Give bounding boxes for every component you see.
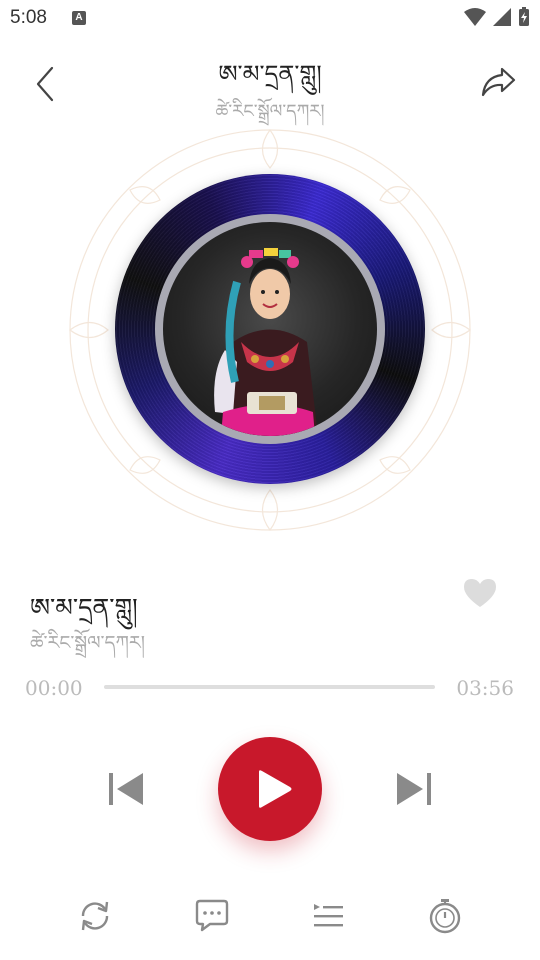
status-time: 5:08 xyxy=(10,7,47,28)
play-icon xyxy=(259,770,292,808)
seek-track[interactable] xyxy=(104,685,435,689)
skip-next-icon xyxy=(397,773,431,805)
share-icon xyxy=(481,67,516,97)
repeat-button[interactable] xyxy=(75,896,115,936)
skip-previous-icon xyxy=(109,773,143,805)
wifi-icon xyxy=(464,8,486,26)
notification-icon: A xyxy=(72,11,86,25)
bottom-toolbar xyxy=(0,890,540,944)
playlist-button[interactable] xyxy=(309,896,349,936)
share-button[interactable] xyxy=(478,64,518,100)
progress-bar: 00:00 03:56 xyxy=(0,670,540,706)
previous-button[interactable] xyxy=(106,769,146,809)
sleep-timer-button[interactable] xyxy=(425,896,465,936)
repeat-icon xyxy=(81,901,109,931)
heart-icon xyxy=(464,579,496,607)
current-time: 00:00 xyxy=(25,676,83,700)
next-button[interactable] xyxy=(394,769,434,809)
comment-icon xyxy=(195,899,229,932)
status-icons xyxy=(464,7,530,27)
total-time: 03:56 xyxy=(456,676,514,700)
battery-icon xyxy=(519,7,529,26)
album-cover-photo xyxy=(163,222,377,436)
like-button[interactable] xyxy=(462,577,498,609)
player-header: ཨ་མ་དྲན་གླུ། ཚེ་རིང་སྒྲོལ་དཀར། xyxy=(0,40,540,130)
comments-button[interactable] xyxy=(192,896,232,936)
song-info: ཨ་མ་དྲན་གླུ། ཚེ་རིང་སྒྲོལ་དཀར། xyxy=(30,575,510,655)
artist-portrait xyxy=(214,248,318,436)
song-artist: ཚེ་རིང་སྒྲོལ་དཀར། xyxy=(30,632,145,654)
signal-icon xyxy=(493,8,511,26)
timer-icon xyxy=(429,899,461,934)
status-bar: 5:08 A xyxy=(0,0,540,36)
vinyl-disc xyxy=(115,174,425,484)
header-artist-name: ཚེ་རིང་སྒྲོལ་དཀར། xyxy=(215,101,325,122)
playlist-icon xyxy=(314,904,343,927)
play-button[interactable] xyxy=(218,737,322,841)
